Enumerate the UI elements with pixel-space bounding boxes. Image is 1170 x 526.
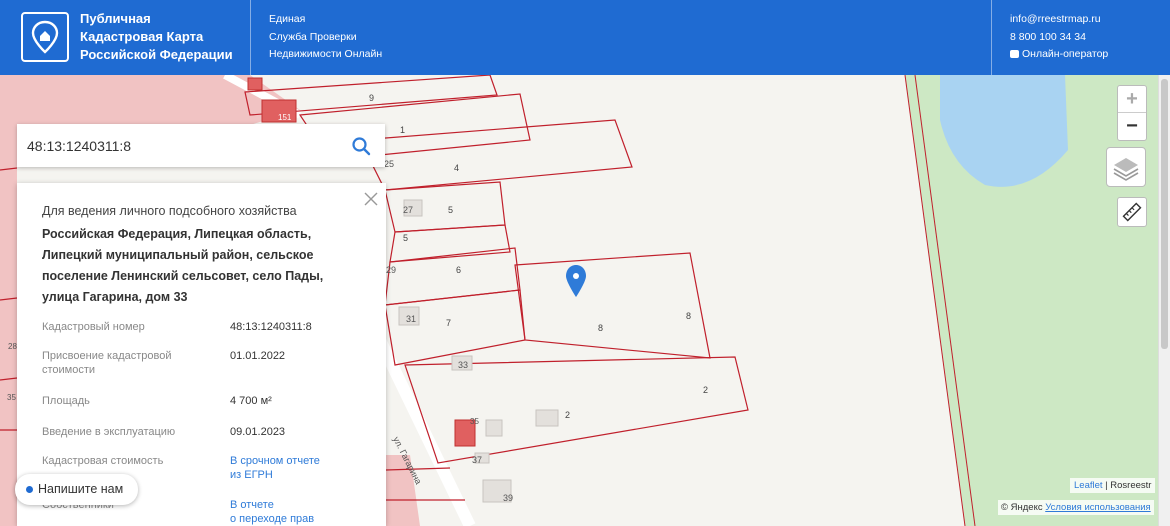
site-title[interactable]: Публичная Кадастровая Карта Российской Ф… — [80, 10, 250, 64]
parcel-label: 5 — [448, 205, 454, 215]
parcel-label: 7 — [446, 318, 452, 328]
building-number: 35 — [470, 417, 479, 426]
building-number: 29 — [386, 265, 397, 275]
ownership-report-link[interactable]: В отчете о переходе прав — [230, 498, 370, 526]
measure-button[interactable] — [1117, 197, 1147, 227]
building-number: 33 — [458, 360, 469, 370]
write-us-button[interactable]: Напишите нам — [15, 474, 138, 505]
scrollbar-thumb[interactable] — [1161, 79, 1168, 349]
building-number: 31 — [406, 314, 417, 324]
layers-icon — [1113, 158, 1139, 181]
egrn-report-link[interactable]: В срочном отчете из ЕГРН — [230, 454, 370, 482]
phone-link[interactable]: 8 800 100 34 34 — [1010, 29, 1108, 47]
header: Публичная Кадастровая Карта Российской Ф… — [0, 0, 1170, 75]
service-name: Единая Служба Проверки Недвижимости Онла… — [269, 13, 383, 60]
layers-button[interactable] — [1106, 147, 1146, 187]
parcel-label: 6 — [456, 265, 462, 275]
building-number: 28 — [8, 342, 17, 351]
building-number: 151 — [278, 113, 292, 122]
email-link[interactable]: info@rreestrmap.ru — [1010, 11, 1108, 29]
building-number: 27 — [403, 205, 414, 215]
parcel-label: 5 — [403, 233, 409, 243]
parcel-label: 1 — [400, 125, 406, 135]
parcel-label: 2 — [565, 410, 571, 420]
parcel-label: 8 — [598, 323, 604, 333]
map-pin-logo-icon — [31, 20, 59, 54]
land-purpose: Для ведения личного подсобного хозяйства — [42, 204, 297, 218]
parcel-address: Российская Федерация, Липецкая область, … — [42, 227, 324, 304]
chat-icon — [1010, 50, 1019, 58]
parcel-label: 4 — [454, 163, 460, 173]
terms-link[interactable]: Условия использования — [1045, 502, 1150, 513]
search-input[interactable] — [27, 134, 327, 158]
online-dot-icon — [26, 486, 33, 493]
parcel-label: 9 — [369, 93, 375, 103]
page-scrollbar[interactable] — [1158, 75, 1170, 526]
rosreestr-attribution: Rosreestr — [1110, 480, 1152, 491]
contacts: info@rreestrmap.ru 8 800 100 34 34 Онлай… — [1010, 11, 1108, 64]
zoom-out-button[interactable]: − — [1118, 113, 1146, 140]
building-number: 39 — [503, 493, 514, 503]
yandex-attribution: © Яндекс Условия использования — [998, 500, 1154, 515]
logo[interactable] — [21, 12, 69, 62]
map-attribution: Leaflet | Rosreestr — [1070, 478, 1156, 493]
building-number: 35 — [7, 393, 16, 402]
header-divider — [991, 0, 992, 75]
zoom-in-button[interactable]: + — [1118, 86, 1146, 113]
zoom-control: + − — [1117, 85, 1147, 141]
parcel-label: 8 — [686, 311, 692, 321]
header-divider — [250, 0, 251, 75]
operator-link[interactable]: Онлайн-оператор — [1010, 46, 1108, 64]
search-icon[interactable] — [351, 136, 371, 156]
building-number: 25 — [384, 159, 395, 169]
cadastral-search — [17, 124, 385, 167]
leaflet-link[interactable]: Leaflet — [1074, 480, 1103, 491]
ruler-icon — [1122, 202, 1142, 222]
building-number: 37 — [472, 455, 483, 465]
parcel-label: 2 — [703, 385, 709, 395]
close-icon[interactable] — [364, 192, 378, 206]
